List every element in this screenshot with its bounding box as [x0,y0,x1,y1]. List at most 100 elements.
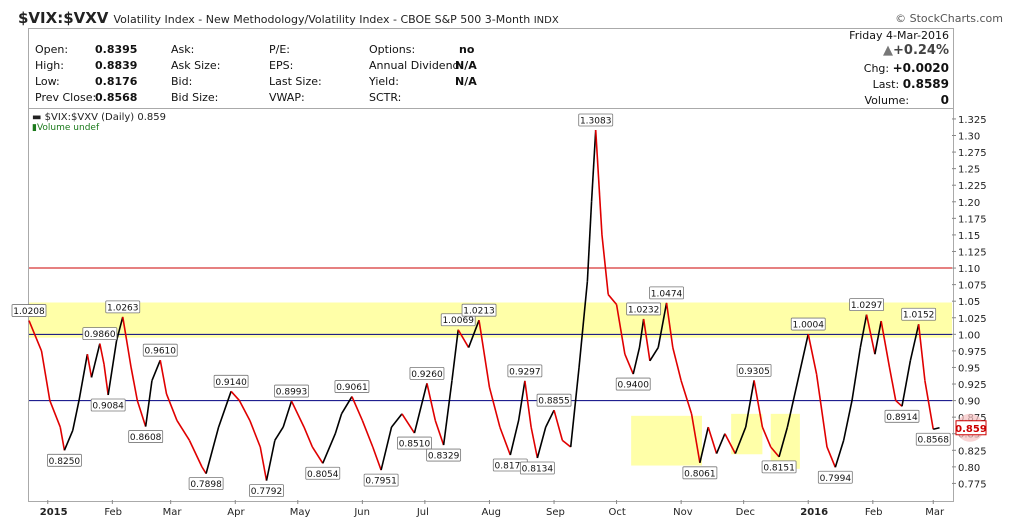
price-segment [165,393,178,421]
price-segment [144,380,153,427]
price-segment [544,409,555,428]
price-chart[interactable]: 0.7750.800.8250.850.8750.900.9250.950.97… [0,0,1015,528]
y-tick-label: 1.125 [958,247,987,258]
x-tick-label: Nov [673,507,693,518]
price-segment [761,426,772,448]
value-label: 0.8914 [886,413,918,423]
price-segment [672,347,682,381]
price-segment [624,353,634,375]
y-tick-label: 0.925 [958,380,987,391]
value-label: 0.7898 [190,480,222,490]
value-label: 0.9260 [411,370,443,380]
value-label: 0.8568 [917,436,949,446]
highlight-box [631,415,702,466]
price-segment [71,400,80,431]
value-label: 0.9084 [92,402,124,412]
value-label: 0.8993 [276,388,308,398]
value-label: 1.0297 [851,301,883,311]
volume-legend-text: Volume undef [36,123,100,133]
y-tick-label: 1.10 [958,264,980,275]
value-label: 1.0069 [442,316,474,326]
value-label: 0.8151 [763,463,795,473]
value-label: 0.8054 [307,470,339,480]
price-segment [815,373,828,448]
legend-series-text: $VIX:$VXV (Daily) 0.859 [44,112,166,123]
legend-line-icon: ▬ [32,112,42,123]
price-segment [426,383,437,421]
price-segment [413,383,428,434]
price-segment [340,396,353,415]
price-segment [509,420,520,456]
series-legend: ▬ $VIX:$VXV (Daily) 0.859 [32,112,166,123]
x-tick-label: Jul [416,507,429,518]
y-tick-label: 1.025 [958,314,987,325]
price-segment [561,439,572,448]
price-segment [290,400,305,428]
value-label: 0.8510 [399,440,431,450]
price-segment [401,413,416,434]
price-segment [786,333,810,428]
value-label: 0.9400 [617,381,649,391]
price-segment [230,390,241,402]
price-segment [303,426,314,448]
price-segment [188,440,203,468]
y-tick-label: 1.25 [958,165,980,176]
y-tick-label: 0.90 [958,397,980,408]
y-tick-label: 1.175 [958,214,987,225]
x-tick-label: May [290,507,311,518]
price-segment [249,420,262,448]
value-label: 0.8250 [49,457,81,467]
price-segment [488,387,501,428]
price-segment [524,380,532,428]
price-segment [924,380,935,430]
price-segment [201,466,207,475]
y-tick-label: 0.775 [958,479,987,490]
y-tick-label: 1.325 [958,115,987,126]
y-tick-label: 0.95 [958,363,980,374]
price-segment [40,350,51,401]
price-segment [390,413,403,428]
price-segment [86,354,93,378]
price-segment [594,129,603,235]
price-segment [499,426,512,456]
price-segment [103,364,109,396]
value-label: 0.9297 [509,367,541,377]
value-label: 1.0004 [792,321,824,331]
price-segment [176,420,191,441]
value-label: 0.9305 [738,367,770,377]
x-tick-label: 2016 [800,507,828,518]
price-segment [99,343,105,365]
price-segment [851,347,862,401]
x-tick-label: Apr [227,507,245,518]
price-segment [380,426,393,471]
y-tick-label: 1.00 [958,330,980,341]
price-segment [601,234,610,295]
value-label: 0.8608 [130,433,162,443]
price-segment [274,426,284,441]
x-tick-label: Jun [353,507,370,518]
value-label: 1.0208 [13,307,45,317]
value-label: 0.7792 [251,487,283,497]
price-segment [649,347,659,362]
value-label: 1.0232 [628,305,660,315]
value-label: 0.9061 [336,383,368,393]
price-segment [107,340,118,396]
price-segment [888,367,897,401]
y-tick-label: 1.075 [958,281,987,292]
price-segment [590,129,597,202]
price-segment [707,426,718,454]
price-segment [434,420,445,446]
x-tick-label: Aug [481,507,501,518]
price-segment [238,400,251,421]
price-segment [536,426,547,459]
value-label: 0.9860 [84,330,116,340]
y-tick-label: 1.20 [958,198,980,209]
value-label: 0.7994 [820,474,852,484]
x-tick-label: Sep [546,507,565,518]
value-label: 0.9610 [145,347,177,357]
price-segment [715,433,726,454]
price-segment [842,400,853,441]
price-segment [569,367,580,448]
price-segment [90,343,101,378]
value-label: 0.8134 [522,464,554,474]
